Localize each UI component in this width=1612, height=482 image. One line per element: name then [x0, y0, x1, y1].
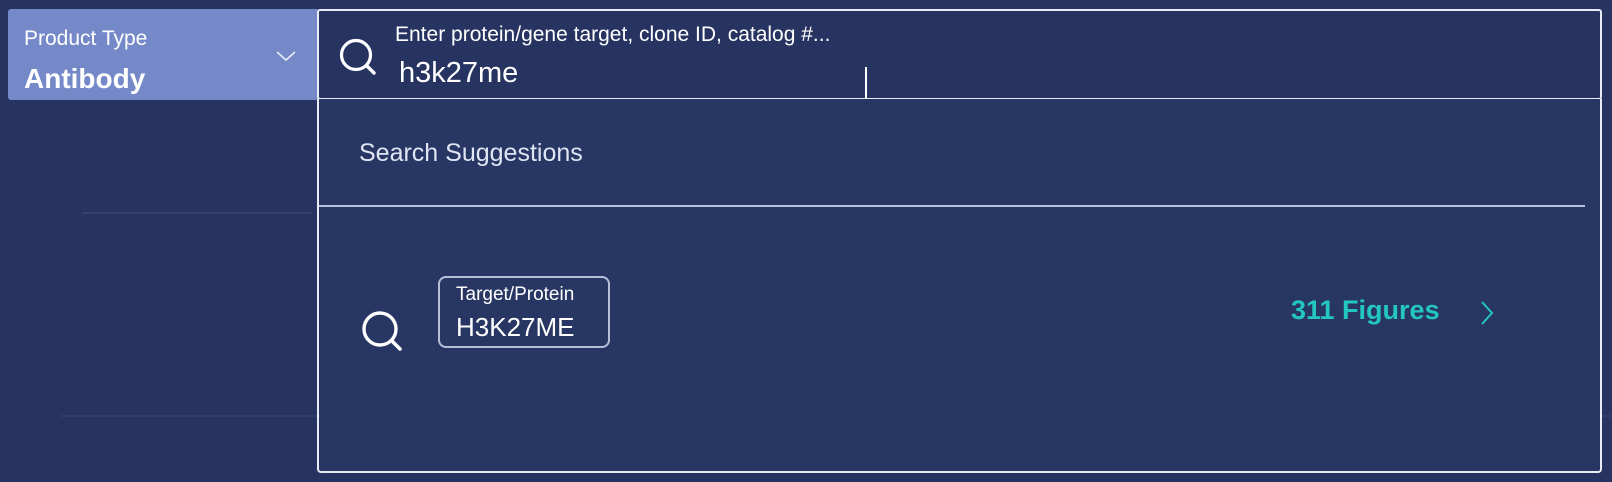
chevron-right-icon[interactable] [1479, 299, 1495, 327]
search-box[interactable]: Enter protein/gene target, clone ID, cat… [317, 9, 1602, 100]
search-suggestions-panel: Search Suggestions Target/Protein H3K27M… [317, 99, 1602, 473]
suggestion-item[interactable]: Target/Protein H3K27ME 311 Figures [319, 249, 1585, 379]
product-type-select[interactable]: Product Type Antibody [8, 9, 319, 100]
search-input[interactable]: h3k27me [399, 57, 518, 90]
target-protein-chip: Target/Protein H3K27ME [438, 276, 610, 348]
page: Product Type Antibody Enter protein/gene… [0, 0, 1612, 482]
text-caret [865, 67, 867, 100]
chevron-down-icon [276, 51, 296, 62]
suggestions-heading: Search Suggestions [359, 139, 583, 167]
search-icon[interactable] [337, 36, 379, 78]
suggestions-divider [319, 205, 1585, 207]
figures-count-link[interactable]: 311 Figures [1291, 295, 1440, 326]
product-type-label: Product Type [24, 27, 148, 50]
search-field-label: Enter protein/gene target, clone ID, cat… [395, 23, 831, 46]
chip-term: H3K27ME [456, 312, 575, 342]
search-icon [362, 311, 402, 351]
product-type-value: Antibody [24, 63, 146, 94]
chip-category: Target/Protein [456, 284, 575, 305]
background-tab-underline [82, 212, 312, 214]
